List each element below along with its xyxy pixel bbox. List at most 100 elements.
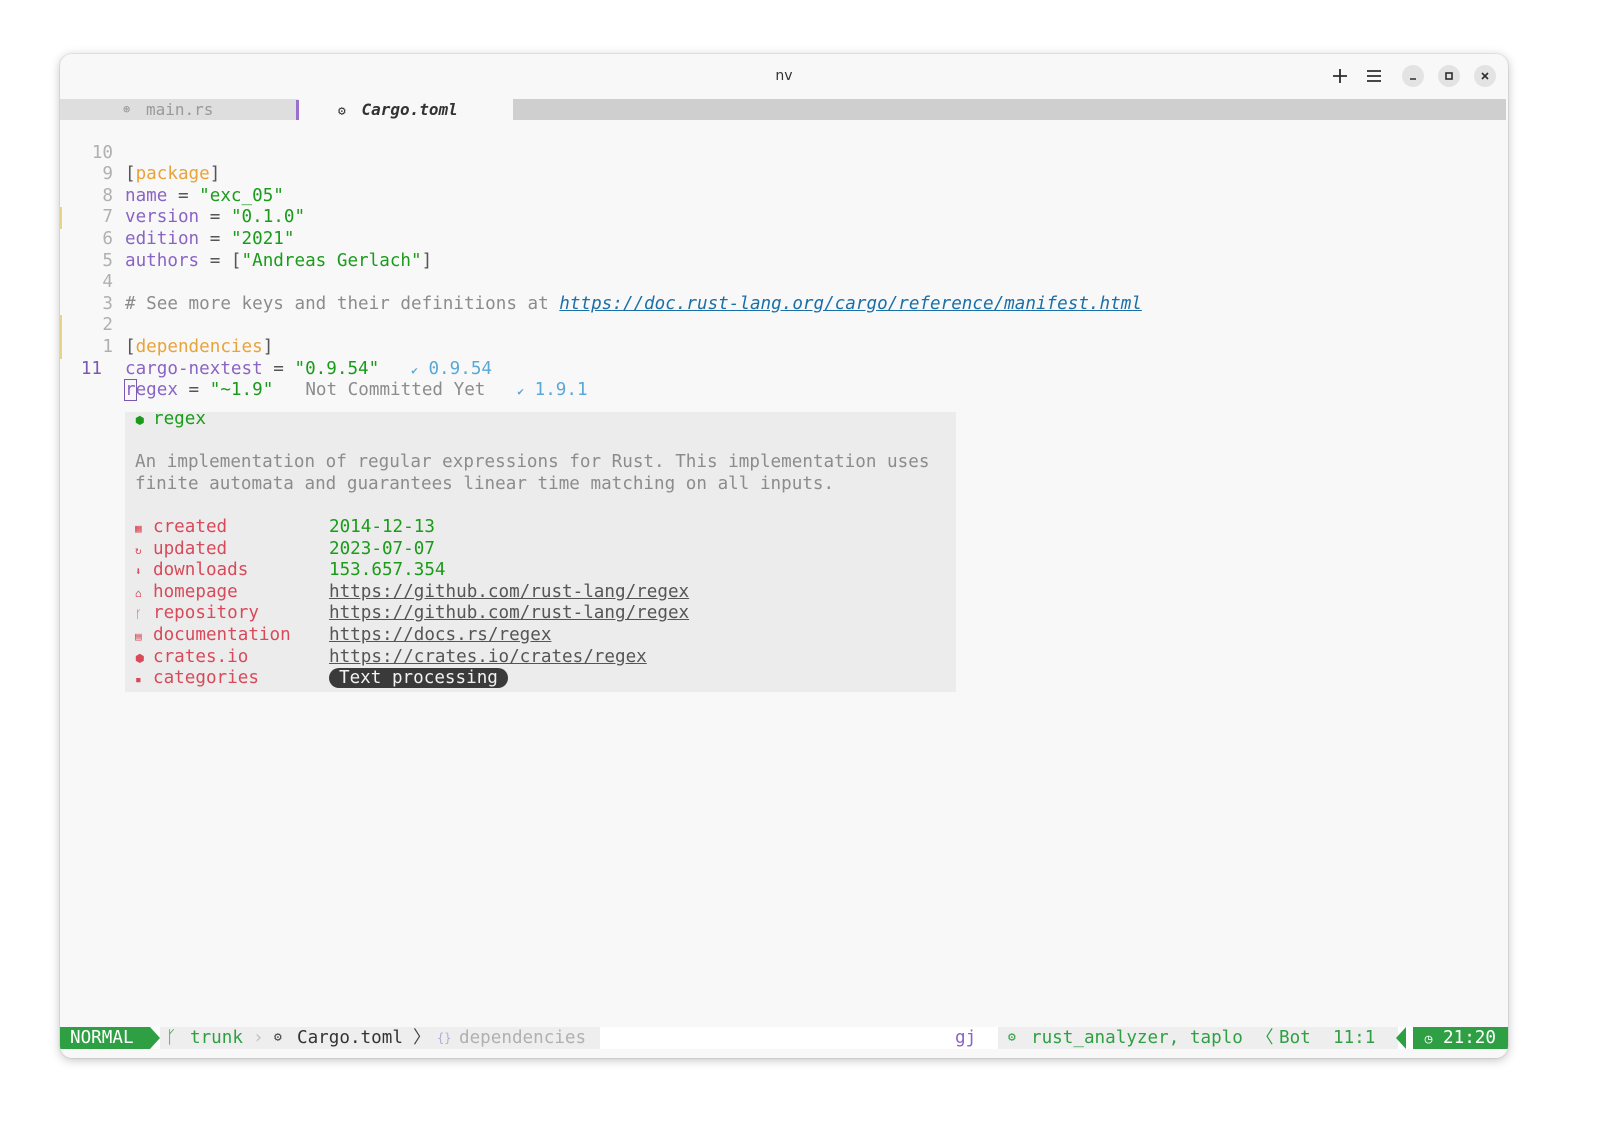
titlebar: nv <box>60 54 1508 98</box>
line-number-current: 11 <box>80 358 102 379</box>
crates-io-link[interactable]: https://crates.io/crates/regex <box>329 647 647 669</box>
mode-indicator: NORMAL <box>60 1027 150 1049</box>
field-label: crates.io <box>153 646 249 667</box>
field-label: homepage <box>153 581 238 602</box>
equals: = <box>262 358 295 379</box>
field-label: downloads <box>153 560 249 581</box>
statusline-filename: Cargo.toml <box>297 1028 403 1048</box>
manifest-link[interactable]: https://doc.rust-lang.org/cargo/referenc… <box>559 294 1142 314</box>
crate-name-row: ⬢ regex <box>135 409 206 431</box>
tab-cargo-toml[interactable]: ⚙ Cargo.toml <box>338 98 458 123</box>
chevron-left-icon: 〈 <box>1256 1028 1274 1048</box>
documentation-link[interactable]: https://docs.rs/regex <box>329 625 551 647</box>
package-icon: ⬢ <box>135 651 145 665</box>
text-cursor: r <box>124 379 137 402</box>
bracket: [ <box>125 336 136 357</box>
window-title: nv <box>775 68 793 84</box>
braces-icon: {} <box>437 1031 452 1045</box>
code-line: 1 cargo-nextest = "0.9.54" ✔ 0.9.54 <box>60 315 492 379</box>
repository-link[interactable]: https://github.com/rust-lang/regex <box>329 603 689 625</box>
field-value: 153.657.354 <box>329 560 446 581</box>
field-categories: ▪ categories Text processing <box>135 668 955 690</box>
rust-icon: ⊛ <box>123 102 131 116</box>
toml-key: version <box>125 207 200 228</box>
minimize-icon <box>1410 78 1416 80</box>
refresh-icon: ↻ <box>135 543 142 557</box>
git-branch-icon: ᚴ <box>166 1028 177 1048</box>
plus-icon <box>1333 69 1347 83</box>
toml-value: "0.9.54" <box>294 358 380 379</box>
field-label: categories <box>153 668 259 689</box>
breadcrumb: dependencies <box>459 1028 587 1048</box>
table-header: dependencies <box>135 336 263 357</box>
field-homepage: ⌂ homepage https://github.com/rust-lang/re… <box>135 582 955 604</box>
crate-description: An implementation of regular expressions… <box>135 452 930 472</box>
field-downloads: ⬇ downloads 153.657.354 <box>135 560 955 582</box>
menu-button[interactable] <box>1363 65 1385 87</box>
comment: # See more keys and their definitions at <box>125 293 560 314</box>
tab-separator <box>296 100 299 120</box>
calendar-icon: ▦ <box>135 522 142 535</box>
tab-label: Cargo.toml <box>361 100 458 119</box>
field-label: repository <box>153 603 259 624</box>
equals: = <box>199 207 231 228</box>
git-branch: trunk <box>190 1028 243 1048</box>
homepage-link[interactable]: https://github.com/rust-lang/regex <box>329 582 689 604</box>
tab-label: main.rs <box>146 100 214 119</box>
tab-main-rs[interactable]: ⊛ main.rs <box>60 99 298 120</box>
scroll-position: Bot <box>1279 1028 1311 1048</box>
git-branch-icon: ᚴ <box>135 608 142 622</box>
equals: = <box>167 185 200 206</box>
clock-separator <box>1396 1027 1406 1049</box>
package-icon: ⬢ <box>135 414 145 427</box>
check-circle-icon: ✔ <box>411 363 418 377</box>
gear-icon: ⚙ <box>274 1030 282 1045</box>
crate-info-popup: ⬢ regex An implementation of regular expr… <box>125 409 956 692</box>
new-tab-button[interactable] <box>1329 65 1351 87</box>
field-crates-io: ⬢ crates.io https://crates.io/crates/regex <box>135 647 955 669</box>
git-blame: Not Committed Yet <box>305 380 486 401</box>
lsp-clients: rust_analyzer, taplo <box>1031 1028 1243 1048</box>
bracket: ] <box>262 336 274 357</box>
field-value: 2023-07-07 <box>329 538 435 559</box>
code-line: 4 # See more keys and their definitions … <box>60 251 1141 314</box>
equals: = <box>199 228 231 249</box>
toml-key: name <box>125 185 168 206</box>
close-button[interactable] <box>1474 65 1496 87</box>
field-label: documentation <box>153 625 291 645</box>
toml-value: "exc_05" <box>199 185 284 206</box>
gear-icon: ⚙ <box>1008 1030 1016 1045</box>
toml-key: cargo-nextest <box>125 358 263 379</box>
grid-icon: ▪ <box>135 673 142 687</box>
clock-time: 21:20 <box>1443 1028 1496 1048</box>
toml-key: edition <box>125 228 200 249</box>
category-badge[interactable]: Text processing <box>329 668 508 689</box>
maximize-button[interactable] <box>1438 65 1460 87</box>
close-icon <box>1481 72 1489 80</box>
code-line: 5 <box>60 229 124 271</box>
chevron-right-icon: › <box>253 1028 264 1048</box>
pending-keys: gj <box>955 1028 977 1048</box>
code-line: 3 <box>60 272 124 314</box>
crate-version-hint: 0.9.54 <box>428 358 493 379</box>
app-window: nv ⊛ main.rs ⚙ Cargo.toml 10 [package] 9… <box>60 54 1508 1058</box>
crate-name: regex <box>153 409 206 429</box>
document-icon: ▤ <box>135 630 142 643</box>
crate-version-hint: 1.9.1 <box>534 380 588 401</box>
code-line: 8 version = "0.1.0" <box>60 164 305 228</box>
arrow-down-icon: ⬇ <box>135 565 142 579</box>
field-documentation: ▤ documentation https://docs.rs/regex <box>135 625 955 647</box>
field-value: 2014-12-13 <box>329 517 435 537</box>
bracket: [ <box>125 164 136 185</box>
mode-separator <box>150 1027 160 1049</box>
field-updated: ↻ updated 2023-07-07 <box>135 539 955 561</box>
bracket: ] <box>209 164 221 185</box>
code-line-current: 11 regex = "~1.9" Not Committed Yet ✔ 1.9.… <box>60 337 588 402</box>
toml-value: "~1.9" <box>209 380 274 401</box>
field-repository: ᚴ repository https://github.com/rust-lang/… <box>135 603 955 625</box>
equals: = [ <box>199 250 242 271</box>
minimize-button[interactable] <box>1402 65 1424 87</box>
field-label: created <box>153 517 228 537</box>
toml-value: "Andreas Gerlach" <box>241 250 422 271</box>
statusline: NORMAL ᚴ trunk › ⚙ Cargo.toml 〉 {} depen… <box>60 1027 1508 1049</box>
